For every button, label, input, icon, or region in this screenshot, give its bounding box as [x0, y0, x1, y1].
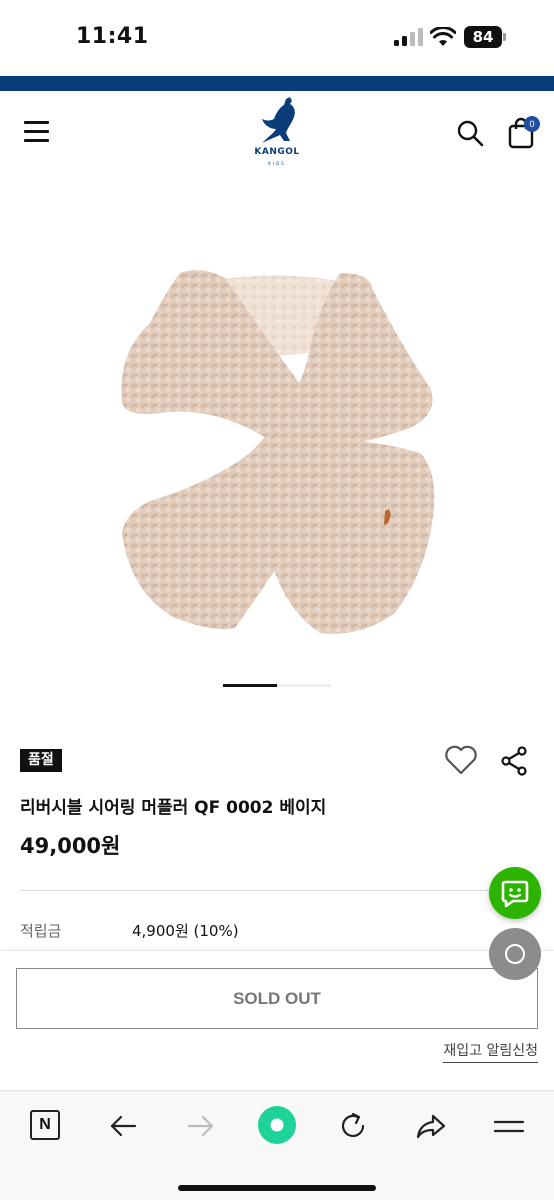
image-carousel-indicator[interactable]	[223, 684, 331, 687]
refresh-icon	[341, 1112, 365, 1138]
top-banner-strip	[0, 76, 554, 91]
cart-button[interactable]: 0	[508, 116, 542, 150]
sold-out-button[interactable]: SOLD OUT	[16, 968, 538, 1029]
naver-home-button[interactable]: N	[30, 1110, 60, 1140]
home-indicator	[178, 1185, 376, 1191]
refresh-button[interactable]	[336, 1109, 370, 1143]
carousel-active-segment	[223, 684, 277, 687]
product-image[interactable]	[0, 173, 554, 673]
forward-button[interactable]	[184, 1109, 218, 1143]
soldout-badge: 품절	[20, 749, 62, 772]
points-value: 4,900원 (10%)	[132, 922, 239, 940]
talk-talk-chat-button[interactable]	[489, 867, 541, 919]
battery-icon: 84	[464, 26, 506, 48]
status-time: 11:41	[76, 24, 149, 49]
site-header: KANGOL KIDS 0	[0, 91, 554, 173]
back-button[interactable]	[106, 1109, 140, 1143]
search-icon	[457, 120, 484, 147]
share-button[interactable]	[500, 746, 528, 776]
status-bar: 11:41 84	[0, 0, 554, 76]
kangol-kids-logo[interactable]: KANGOL KIDS	[246, 95, 308, 169]
forward-share-icon	[416, 1114, 446, 1139]
scarf-image	[121, 269, 435, 634]
green-dot-icon	[258, 1106, 296, 1144]
arrow-left-icon	[110, 1115, 137, 1137]
share-icon	[501, 746, 527, 776]
arrow-right-icon	[187, 1115, 214, 1137]
battery-level: 84	[464, 26, 502, 48]
search-button[interactable]	[456, 119, 484, 147]
green-dot-button[interactable]	[257, 1105, 297, 1145]
product-name: 리버시블 시어링 머플러 QF 0002 베이지	[20, 798, 327, 818]
browser-menu-button[interactable]	[492, 1109, 526, 1143]
purchase-bar: SOLD OUT 재입고 알림신청	[0, 950, 554, 1090]
divider	[20, 890, 534, 891]
wishlist-button[interactable]	[444, 744, 478, 776]
share-page-button[interactable]	[414, 1109, 448, 1143]
cart-count-badge: 0	[524, 116, 540, 132]
browser-toolbar: N	[0, 1090, 554, 1200]
hamburger-menu-icon	[493, 1120, 525, 1133]
recent-history-button[interactable]	[489, 928, 541, 980]
cellular-signal-icon	[394, 28, 424, 46]
wifi-icon	[429, 26, 457, 47]
heart-icon	[445, 745, 477, 775]
kangaroo-logo-icon	[262, 97, 295, 143]
restock-alert-link[interactable]: 재입고 알림신청	[443, 1040, 538, 1063]
points-label: 적립금	[20, 922, 62, 940]
clock-icon	[505, 944, 525, 964]
logo-text: KANGOL	[254, 147, 300, 157]
product-price: 49,000원	[20, 834, 121, 858]
menu-button[interactable]	[24, 121, 50, 143]
logo-subtext: KIDS	[268, 161, 286, 166]
chat-icon	[501, 880, 529, 908]
